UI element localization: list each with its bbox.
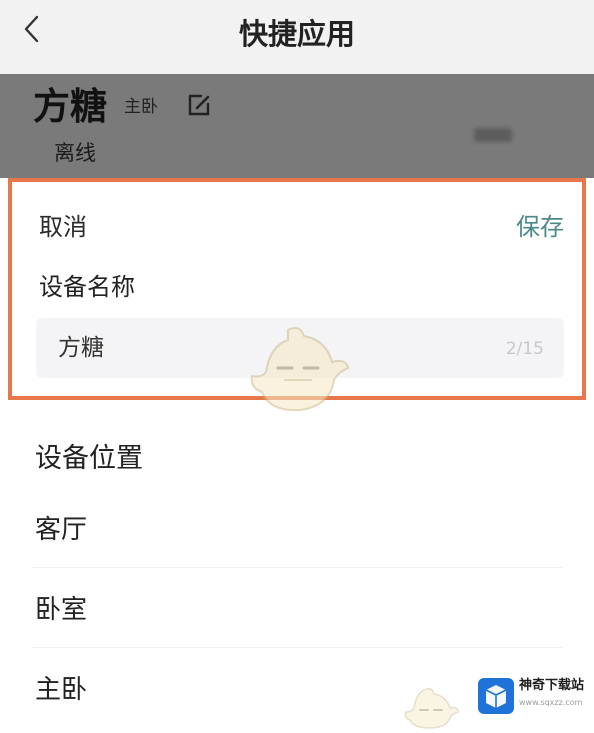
- edit-icon[interactable]: [186, 92, 212, 118]
- site-watermark: 神奇下载站 www.sqxzz.com: [478, 676, 588, 716]
- save-button[interactable]: 保存: [516, 212, 564, 242]
- char-counter: 2/15: [505, 339, 544, 359]
- device-status: 离线: [54, 141, 96, 165]
- device-name-input-value: 方糖: [58, 335, 104, 361]
- device-name-label: 设备名称: [39, 273, 135, 301]
- site-url: www.sqxzz.com: [519, 698, 583, 707]
- device-room: 主卧: [124, 97, 158, 117]
- location-item-label: 主卧: [35, 675, 88, 705]
- location-item-bedroom[interactable]: 卧室: [0, 576, 594, 648]
- page-title: 快捷应用: [238, 17, 355, 51]
- divider: [32, 567, 562, 568]
- device-location-title: 设备位置: [35, 443, 143, 474]
- location-item-label: 卧室: [35, 595, 88, 625]
- device-header: 方糖 主卧 离线: [0, 74, 594, 178]
- location-item-label: 客厅: [35, 515, 88, 545]
- device-name: 方糖: [33, 85, 107, 128]
- mascot-watermark-icon: [404, 687, 459, 729]
- top-bar: 快捷应用: [0, 0, 594, 74]
- mascot-watermark-icon: [250, 327, 350, 412]
- cancel-button[interactable]: 取消: [39, 212, 87, 242]
- location-item-living-room[interactable]: 客厅: [0, 496, 594, 568]
- site-name: 神奇下载站: [519, 678, 585, 693]
- blurred-icon: [474, 128, 512, 142]
- cube-icon: [485, 685, 507, 708]
- divider: [32, 647, 562, 648]
- site-logo-icon: [478, 678, 514, 714]
